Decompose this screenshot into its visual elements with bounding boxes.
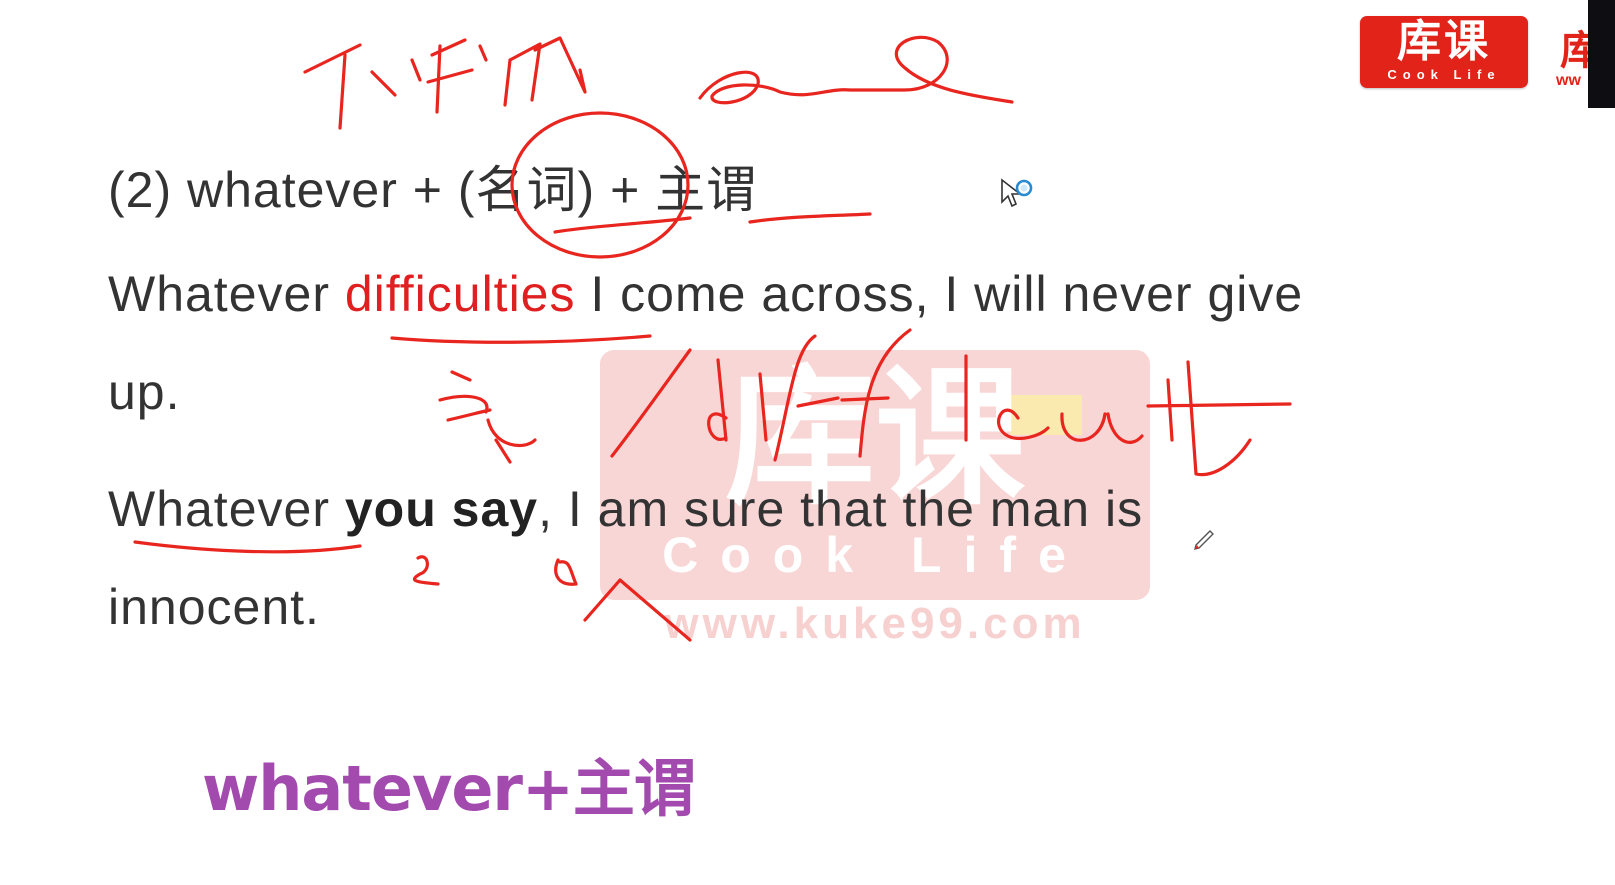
ink-note-noun xyxy=(438,370,537,464)
rule-line: (2) whatever + (名词) + 主谓 xyxy=(108,150,757,222)
example1-line: Whatever difficulties I come across, I w… xyxy=(108,265,1303,323)
rule-noun: (名词) xyxy=(457,162,596,218)
caption: whatever+主谓 xyxy=(202,752,696,825)
ink-scribble-top-left xyxy=(303,36,587,130)
example2-continuation: innocent. xyxy=(108,579,320,635)
rule-plus: + xyxy=(595,162,656,218)
logo-partial-url: ww xyxy=(1556,72,1581,89)
rule-prefix: (2) whatever + xyxy=(108,162,458,218)
example2-part1: Whatever xyxy=(108,481,345,537)
watermark-url: www.kuke99.com xyxy=(663,599,1085,648)
ink-note-sub xyxy=(412,555,440,586)
rule-subject-predicate: 主谓 xyxy=(655,162,758,218)
pen-icon xyxy=(1194,530,1214,550)
ink-note-pred xyxy=(554,558,578,586)
example2-bold: you say xyxy=(344,481,539,537)
ink-underline-subject-predicate xyxy=(748,212,872,224)
window-edge xyxy=(1588,0,1615,108)
logo-brand-en: Cook Life xyxy=(1387,67,1501,82)
example1-part1: Whatever xyxy=(108,266,345,322)
brand-logo: 库课 Cook Life xyxy=(1360,16,1528,88)
example1-continuation: up. xyxy=(108,364,181,420)
example1-part2: I come across, I will never give xyxy=(575,266,1304,322)
magnifier-cursor-icon xyxy=(1001,178,1033,208)
example2-part2: , I am sure that the man is xyxy=(538,481,1144,537)
ink-underline-whatever xyxy=(133,540,362,554)
ink-scribble-top-right xyxy=(698,35,1014,105)
logo-brand-cn: 库课 xyxy=(1397,16,1491,67)
example2-line: Whatever you say, I am sure that the man… xyxy=(108,480,1143,538)
example1-highlight: difficulties xyxy=(344,266,576,322)
